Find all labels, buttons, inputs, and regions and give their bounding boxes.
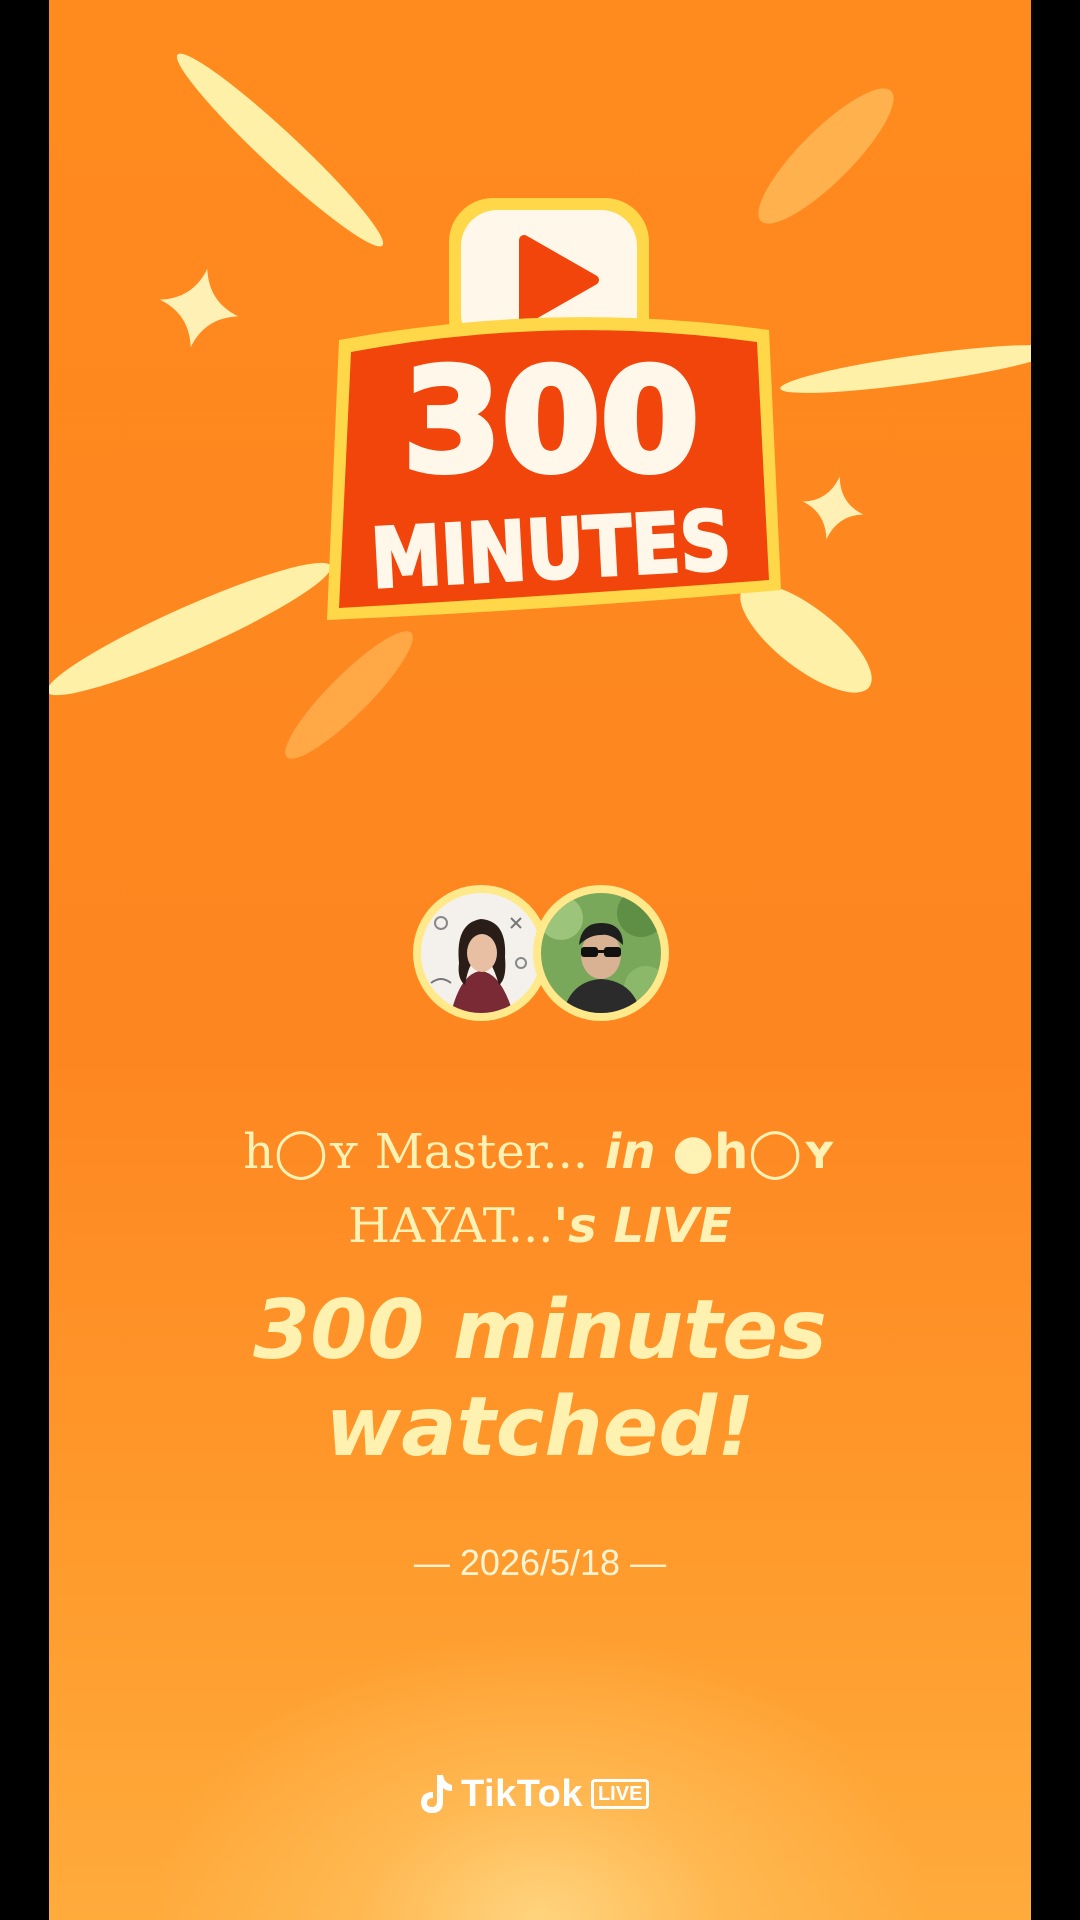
avatar-image [541,893,661,1013]
live-suffix: 's LIVE [553,1198,732,1254]
in-label: in [604,1124,656,1180]
live-tag: LIVE [590,1779,650,1809]
tiktok-live-logo: TikTok LIVE [417,1771,650,1817]
minutes-badge: 300 MINUTES [319,190,789,630]
host-name-2-cont[interactable]: HAYAT... [348,1198,553,1254]
avatar[interactable] [413,885,549,1021]
badge-number: 300 [403,339,699,504]
milestone-date: — 2026/5/18 — [413,1542,667,1583]
ray [49,562,331,696]
host-name-1[interactable]: h◯ʏ Master... [243,1124,588,1180]
milestone-card: 300 MINUTES h◯ʏ Master... in ●h◯ʏ HAYAT.… [49,0,1031,1920]
host-avatars [49,885,1031,1025]
host-names-line-1: h◯ʏ Master... in ●h◯ʏ [49,1124,1031,1180]
badge-unit: MINUTES [369,494,733,608]
host-names-line-2: HAYAT...'s LIVE [49,1198,1031,1254]
avatar[interactable] [533,885,669,1021]
ray [285,631,413,759]
ray [780,345,1031,393]
avatar-image [421,893,541,1013]
host-name-2[interactable]: ●h◯ʏ [672,1124,837,1180]
headline-line-2: watched! [325,1380,755,1475]
sparkle-icon [802,476,864,540]
screen: 300 MINUTES h◯ʏ Master... in ●h◯ʏ HAYAT.… [0,0,1080,1920]
brand-name: TikTok [461,1772,583,1815]
tiktok-note-icon [421,1775,452,1813]
sparkle-icon [159,268,239,348]
headline-line-1: 300 minutes [253,1283,827,1378]
